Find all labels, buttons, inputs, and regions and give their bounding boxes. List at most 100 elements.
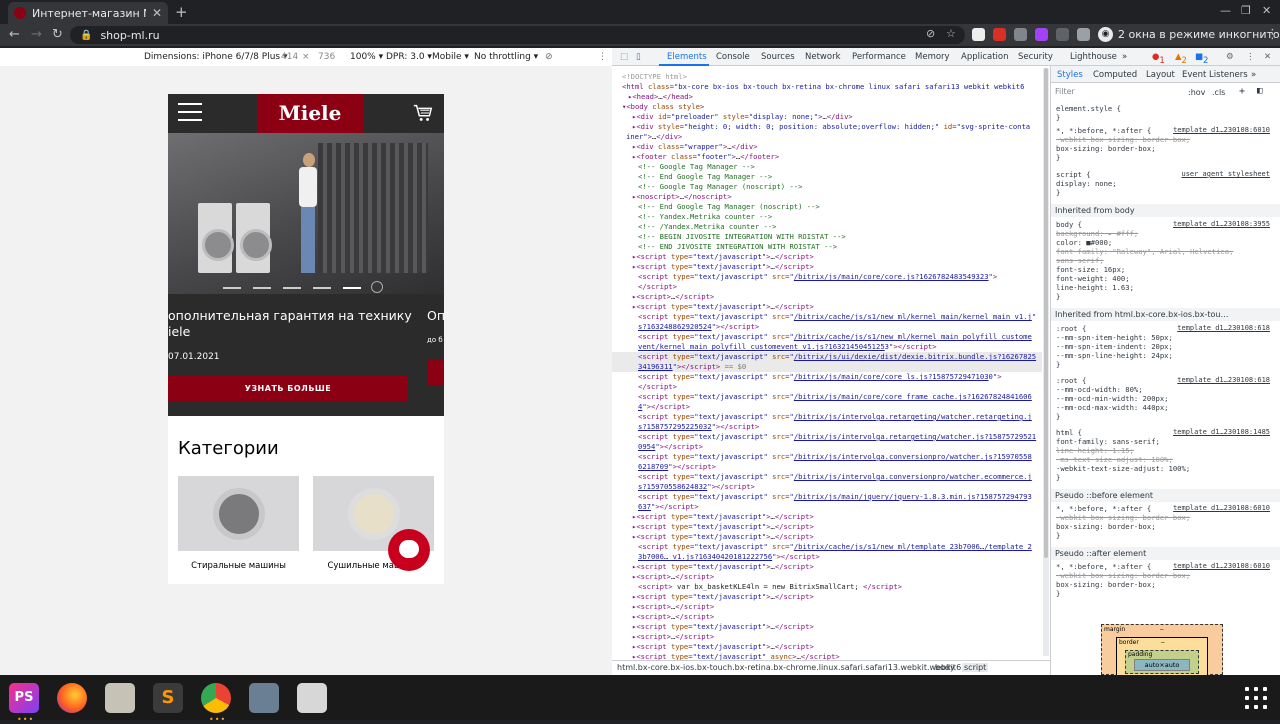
dom-node-line[interactable]: ▸<script type="text/javascript">…</scrip… xyxy=(632,302,814,312)
style-rule-line[interactable]: -webkit-box-sizing: border-box; xyxy=(1056,513,1190,522)
dom-node-line[interactable]: ▸<script>…</script> xyxy=(632,572,714,582)
style-rule-line[interactable]: *, *:before, *:after { xyxy=(1056,126,1151,135)
subtab-styles[interactable]: Styles xyxy=(1057,70,1083,80)
dom-node-line[interactable]: <script type="text/javascript" src="/bit… xyxy=(638,372,1002,382)
dom-node-line[interactable]: <script> var bx_basketKLE4ln = new Bitri… xyxy=(638,582,902,592)
dom-node-line[interactable]: <script type="text/javascript" src="/bit… xyxy=(638,432,1036,442)
style-rule-line[interactable]: *, *:before, *:after { xyxy=(1056,562,1151,571)
dom-node-line[interactable]: <!-- End Google Tag Manager (noscript) -… xyxy=(638,202,820,212)
style-rule-line[interactable]: } xyxy=(1056,412,1060,421)
style-rule-line[interactable]: sans-serif; xyxy=(1056,256,1104,265)
dom-node-line[interactable]: ▸<script type="text/javascript">…</scrip… xyxy=(632,252,814,262)
dom-node-line[interactable]: <!-- Google Tag Manager (noscript) --> xyxy=(638,182,802,192)
dom-node-line[interactable]: <!-- END JIVOSITE INTEGRATION WITH ROIST… xyxy=(638,242,837,252)
style-rule-line[interactable]: --mm-ocd-max-width: 440px; xyxy=(1056,403,1169,412)
style-rule-line[interactable]: box-sizing: border-box; xyxy=(1056,522,1156,531)
dpr-select[interactable]: DPR: 3.0 ▾ xyxy=(386,52,432,62)
category-washers-image[interactable] xyxy=(178,476,299,551)
style-rule-line[interactable]: html { xyxy=(1056,428,1082,437)
device-toggle-icon[interactable]: ▯ xyxy=(636,52,641,62)
style-rule-line[interactable]: -webkit-text-size-adjust: 100%; xyxy=(1056,464,1190,473)
elements-scrollbar[interactable] xyxy=(1043,68,1049,656)
dom-node-line[interactable]: s?158757295225032"></script> xyxy=(638,422,759,432)
dom-node-line[interactable]: ▸<script>…</script> xyxy=(632,292,714,302)
settings-gear-icon[interactable]: ⚙ xyxy=(1226,52,1234,62)
search-app-icon[interactable] xyxy=(297,683,327,713)
chat-widget-button[interactable] xyxy=(388,529,430,571)
dom-node-line[interactable]: ▾<body class style> xyxy=(622,102,704,112)
tab-security[interactable]: Security xyxy=(1018,52,1053,62)
style-source-link[interactable]: template_d1…230108:6010 xyxy=(1173,504,1270,513)
dom-node-line[interactable]: ▸<script type="text/javascript">…</scrip… xyxy=(632,592,814,602)
style-rule-line[interactable]: box-sizing: border-box; xyxy=(1056,144,1156,153)
throttling-select[interactable]: No throttling ▾ xyxy=(474,52,538,62)
style-rule-line[interactable]: -ms-text-size-adjust: 100%; xyxy=(1056,455,1173,464)
dom-node-line[interactable]: vent/kernel_main_polyfill_customevent_v1… xyxy=(638,342,937,352)
style-rule-line[interactable]: background: ▸ #fff; xyxy=(1056,229,1138,238)
dom-node-line[interactable]: </script> xyxy=(638,382,677,392)
dom-node-line[interactable]: s?163248862920524"></script> xyxy=(638,322,759,332)
next-slide-button[interactable] xyxy=(427,360,444,385)
dom-node-line[interactable]: ▸<script type="text/javascript">…</scrip… xyxy=(632,522,814,532)
back-icon[interactable]: ← xyxy=(9,27,20,42)
info-count-badge[interactable]: ■ 2 xyxy=(1195,52,1208,66)
dom-node-line[interactable]: <script type="text/javascript" src="/bit… xyxy=(638,272,997,282)
dom-node-line[interactable]: <!-- Yandex.Metrika counter --> xyxy=(638,212,772,222)
style-source-link[interactable]: template_d1…230108:618 xyxy=(1177,324,1270,333)
extension-icon-5[interactable] xyxy=(1056,28,1069,41)
inspect-element-icon[interactable]: ⬚ xyxy=(620,52,628,62)
slider-dot[interactable] xyxy=(253,287,271,289)
style-rule-line[interactable]: body { xyxy=(1056,220,1082,229)
style-rule-line[interactable]: font-weight: 400; xyxy=(1056,274,1130,283)
style-rule-line[interactable]: line-height: 1.15; xyxy=(1056,446,1134,455)
dom-node-line[interactable]: ▸<script type="text/javascript">…</scrip… xyxy=(632,512,814,522)
toggle-sidebar-icon[interactable]: ◧ xyxy=(1257,86,1262,96)
style-rule-line[interactable]: -webkit-box-sizing: border-box; xyxy=(1056,135,1190,144)
style-rule-line[interactable]: color: ■#000; xyxy=(1056,238,1112,247)
extension-icon-2[interactable] xyxy=(993,28,1006,41)
app-grid-icon[interactable] xyxy=(1245,687,1267,709)
miele-logo[interactable]: Miele xyxy=(257,94,363,133)
eye-off-icon[interactable]: ⊘ xyxy=(926,27,935,40)
style-source-link[interactable]: template_d1…230108:6010 xyxy=(1173,126,1270,135)
video-icon[interactable] xyxy=(249,683,279,713)
dom-node-line[interactable]: ▸<div id="preloader" style="display: non… xyxy=(632,112,853,122)
style-rule-line[interactable]: --mm-ocd-min-width: 200px; xyxy=(1056,394,1169,403)
style-rule-line[interactable]: } xyxy=(1056,292,1060,301)
style-rule-line[interactable]: } xyxy=(1056,188,1060,197)
firefox-icon[interactable] xyxy=(57,683,87,713)
style-rule-line[interactable]: box-sizing: border-box; xyxy=(1056,580,1156,589)
new-tab-button[interactable]: + xyxy=(175,3,188,21)
style-rule-line[interactable]: } xyxy=(1056,360,1060,369)
reload-icon[interactable]: ↻ xyxy=(52,27,63,42)
breadcrumb-html[interactable]: html.bx-core.bx-ios.bx-touch.bx-retina.b… xyxy=(617,663,961,672)
style-rule-line[interactable]: } xyxy=(1056,531,1060,540)
style-rule-line[interactable]: font-size: 16px; xyxy=(1056,265,1125,274)
hero-slider-image[interactable] xyxy=(168,133,444,294)
puzzle-icon[interactable] xyxy=(1077,28,1090,41)
style-rule-line[interactable]: } xyxy=(1056,153,1060,162)
styles-filter-input[interactable]: Filter xyxy=(1055,87,1180,98)
style-rule-line[interactable]: :root { xyxy=(1056,324,1086,333)
dom-node-line[interactable]: <script type="text/javascript" src="/bit… xyxy=(638,452,1032,462)
style-rule-line[interactable]: --mm-ocd-width: 80%; xyxy=(1056,385,1143,394)
add-rule-icon[interactable]: + xyxy=(1239,86,1245,97)
slider-dot[interactable] xyxy=(223,287,241,289)
style-rule-line[interactable]: line-height: 1.63; xyxy=(1056,283,1134,292)
style-rule-line[interactable]: font-family: sans-serif; xyxy=(1056,437,1160,446)
dom-node-line[interactable]: 3b7006…_v1.js?16340420181222756"></scrip… xyxy=(638,552,820,562)
dom-node-line[interactable]: <!-- /Yandex.Metrika counter --> xyxy=(638,222,776,232)
extension-icon-1[interactable] xyxy=(972,28,985,41)
dom-node-line[interactable]: <script type="text/javascript" src="/bit… xyxy=(638,312,1036,322)
dom-node-line[interactable]: ▸<footer class="footer">…</footer> xyxy=(632,152,779,162)
dom-node-line[interactable]: ▸<div style="height: 0; width: 0; positi… xyxy=(632,122,1030,132)
style-rule-line[interactable]: :root { xyxy=(1056,376,1086,385)
dom-node-line[interactable]: <script type="text/javascript" src="/bit… xyxy=(638,412,1032,422)
hover-state-toggle[interactable]: :hov xyxy=(1188,88,1205,97)
dom-node-line[interactable]: 4"></script> xyxy=(638,402,690,412)
style-rule-line[interactable]: script { xyxy=(1056,170,1091,179)
style-source-link[interactable]: template_d1…230108:618 xyxy=(1177,376,1270,385)
close-tab-icon[interactable]: ✕ xyxy=(152,6,162,20)
warning-count-badge[interactable]: ▲ 2 xyxy=(1175,52,1187,66)
device-dimensions-select[interactable]: Dimensions: iPhone 6/7/8 Plus ▾ xyxy=(144,52,287,62)
